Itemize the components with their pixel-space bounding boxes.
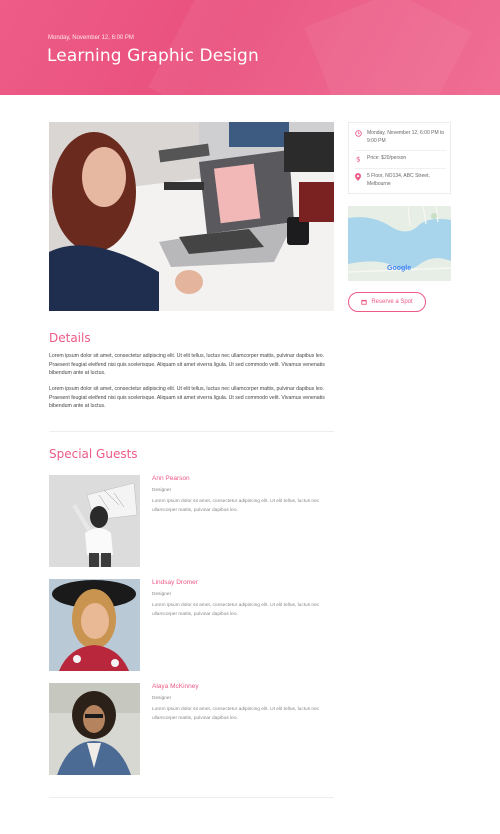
guest-role: Designer bbox=[152, 696, 172, 701]
info-datetime-text: Monday, November 12, 6:00 PM to 9:00 PM bbox=[367, 130, 445, 144]
calendar-icon bbox=[361, 299, 368, 305]
info-location-text: 5 Floor, NO134, ABC Street, Melbourne bbox=[367, 173, 430, 187]
details-heading: Details bbox=[49, 331, 91, 345]
guest-bio: Lorem ipsum dolor sit amet, consectetur … bbox=[152, 499, 320, 513]
clock-icon bbox=[349, 130, 367, 145]
info-location: 5 Floor, NO134, ABC Street, Melbourne bbox=[349, 173, 452, 188]
page-title: Learning Graphic Design bbox=[47, 46, 259, 66]
section-divider bbox=[49, 797, 334, 798]
info-price: $ Price: $20/person bbox=[349, 155, 452, 163]
google-logo: Google bbox=[387, 265, 412, 272]
reserve-spot-label: Reserve a Spot bbox=[371, 299, 413, 305]
info-price-text: Price: $20/person bbox=[367, 155, 407, 161]
map-pin-icon bbox=[349, 173, 367, 188]
guest-name[interactable]: Lindsay Dromer bbox=[152, 579, 198, 586]
guest-bio: Lorem ipsum dolor sit amet, consectetur … bbox=[152, 603, 320, 617]
guest-role: Designer bbox=[152, 592, 172, 597]
svg-text:$: $ bbox=[355, 155, 360, 163]
guest-bio: Lorem ipsum dolor sit amet, consectetur … bbox=[152, 707, 320, 721]
guest-photo bbox=[49, 683, 140, 775]
hero-banner: Monday, November 12, 6:00 PM Learning Gr… bbox=[0, 0, 500, 95]
location-map[interactable]: Google bbox=[348, 206, 451, 281]
event-info-box: Monday, November 12, 6:00 PM to 9:00 PM … bbox=[348, 122, 451, 194]
details-paragraph: Lorem ipsum dolor sit amet, consectetur … bbox=[49, 386, 325, 410]
dollar-icon: $ bbox=[349, 155, 367, 163]
guest-role: Designer bbox=[152, 488, 172, 493]
special-guests-heading: Special Guests bbox=[49, 447, 138, 461]
section-divider bbox=[49, 431, 334, 432]
details-paragraph: Lorem ipsum dolor sit amet, consectetur … bbox=[49, 353, 325, 377]
info-datetime: Monday, November 12, 6:00 PM to 9:00 PM bbox=[349, 130, 452, 145]
info-divider bbox=[355, 150, 446, 151]
guest-photo bbox=[49, 475, 140, 567]
info-divider bbox=[355, 168, 446, 169]
reserve-spot-button[interactable]: Reserve a Spot bbox=[348, 292, 426, 312]
guest-name[interactable]: Ann Pearson bbox=[152, 475, 190, 482]
guest-name[interactable]: Alaya McKinney bbox=[152, 683, 199, 690]
event-date: Monday, November 12, 6:00 PM bbox=[48, 35, 134, 41]
guest-photo bbox=[49, 579, 140, 671]
event-photo bbox=[49, 122, 334, 311]
